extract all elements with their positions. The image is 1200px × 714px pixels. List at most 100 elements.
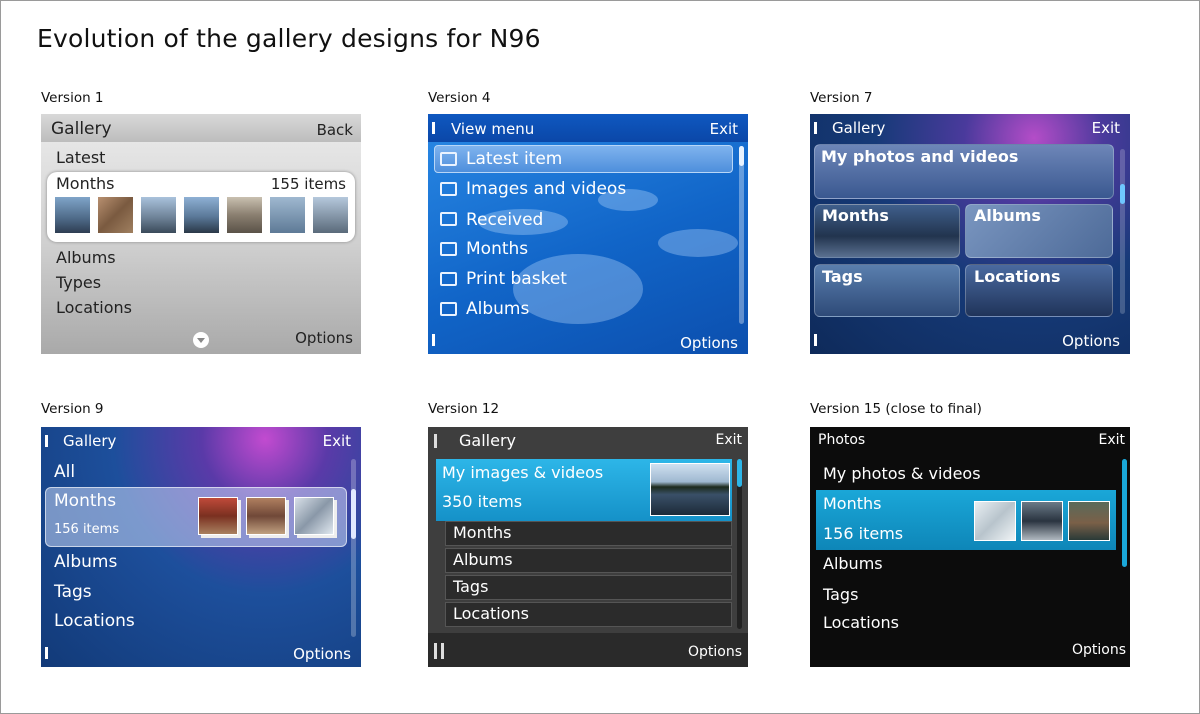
item-count: 156 items bbox=[823, 524, 904, 543]
menu-item-types[interactable]: Types bbox=[56, 273, 101, 292]
version-1-screen: Gallery Back Latest Months 155 items Alb… bbox=[41, 114, 361, 354]
received-icon bbox=[440, 212, 457, 226]
version-7-screen: Gallery Exit My photos and videos Months… bbox=[810, 114, 1130, 354]
menu-item-months[interactable]: Months bbox=[466, 239, 528, 259]
options-softkey[interactable]: Options bbox=[1062, 332, 1120, 350]
options-softkey[interactable]: Options bbox=[293, 645, 351, 663]
exit-softkey[interactable]: Exit bbox=[323, 432, 351, 450]
menu-item-albums: Albums bbox=[453, 550, 513, 569]
signal-icon bbox=[45, 435, 55, 447]
photo-thumbnail bbox=[226, 196, 263, 234]
scrollbar[interactable] bbox=[739, 146, 744, 324]
battery-icon bbox=[432, 334, 444, 346]
header-title: Gallery bbox=[63, 432, 117, 450]
photo-thumbnail bbox=[198, 497, 238, 535]
version-9-screen: Gallery Exit All Months 156 items Albums… bbox=[41, 427, 361, 667]
menu-item-albums[interactable]: Albums bbox=[823, 554, 883, 573]
tile-label-my-photos-and-videos: My photos and videos bbox=[821, 147, 1019, 166]
scrollbar-thumb[interactable] bbox=[739, 146, 744, 166]
scroll-down-icon[interactable] bbox=[193, 332, 209, 348]
version-12-label: Version 12 bbox=[428, 401, 500, 417]
version-7-label: Version 7 bbox=[810, 90, 873, 106]
menu-item-received[interactable]: Received bbox=[466, 210, 543, 230]
item-count: 156 items bbox=[54, 522, 120, 537]
battery-icon bbox=[434, 643, 444, 659]
printer-icon bbox=[440, 272, 457, 286]
exit-softkey[interactable]: Exit bbox=[715, 432, 742, 448]
version-15-label: Version 15 (close to final) bbox=[810, 401, 982, 417]
photo-thumbnail bbox=[650, 463, 730, 516]
photo-thumbnail bbox=[246, 497, 286, 535]
back-softkey[interactable]: Back bbox=[317, 121, 353, 139]
photo-thumbnail bbox=[140, 196, 177, 234]
version-12-screen: Gallery Exit My images & videos 350 item… bbox=[428, 427, 748, 667]
menu-item-locations[interactable]: Locations bbox=[56, 298, 132, 317]
menu-item-images-and-videos[interactable]: Images and videos bbox=[466, 179, 626, 199]
tile-label-albums: Albums bbox=[974, 206, 1041, 225]
background-bubble bbox=[658, 229, 738, 257]
album-icon bbox=[440, 302, 457, 316]
battery-icon bbox=[814, 334, 826, 346]
highlight-title: My images & videos bbox=[442, 463, 604, 482]
menu-item-print-basket[interactable]: Print basket bbox=[466, 269, 567, 289]
tile-label-locations: Locations bbox=[974, 267, 1061, 286]
header-title: Gallery bbox=[459, 431, 516, 450]
menu-item-all[interactable]: All bbox=[54, 462, 75, 482]
options-softkey[interactable]: Options bbox=[680, 334, 738, 352]
menu-item-months: Months bbox=[453, 523, 512, 542]
menu-item-albums[interactable]: Albums bbox=[54, 552, 117, 572]
exit-softkey[interactable]: Exit bbox=[710, 120, 738, 138]
signal-icon bbox=[814, 122, 824, 134]
header-title: Gallery bbox=[832, 119, 886, 137]
item-count: 155 items bbox=[270, 175, 346, 193]
photo-thumbnail bbox=[974, 501, 1016, 541]
menu-item-locations[interactable]: Locations bbox=[823, 613, 899, 632]
options-softkey[interactable]: Options bbox=[295, 329, 353, 347]
scrollbar-thumb[interactable] bbox=[1120, 184, 1125, 204]
signal-icon bbox=[434, 434, 442, 448]
options-softkey[interactable]: Options bbox=[1072, 642, 1126, 658]
menu-item-tags[interactable]: Tags bbox=[54, 582, 92, 602]
menu-item-latest[interactable]: Latest bbox=[56, 148, 105, 167]
battery-icon bbox=[45, 647, 57, 659]
version-1-label: Version 1 bbox=[41, 90, 104, 106]
photo-thumbnail bbox=[312, 196, 349, 234]
calendar-icon bbox=[440, 242, 457, 256]
scrollbar[interactable] bbox=[351, 459, 356, 637]
scrollbar-thumb[interactable] bbox=[351, 489, 356, 539]
menu-item-locations[interactable]: Locations bbox=[54, 611, 135, 631]
menu-item-latest-item: Latest item bbox=[466, 149, 563, 169]
version-9-label: Version 9 bbox=[41, 401, 104, 417]
version-4-label: Version 4 bbox=[428, 90, 491, 106]
item-count: 350 items bbox=[442, 492, 523, 511]
menu-item-months: Months bbox=[56, 174, 115, 193]
menu-item-albums[interactable]: Albums bbox=[466, 299, 529, 319]
menu-item-months: Months bbox=[823, 494, 882, 513]
scrollbar[interactable] bbox=[1120, 149, 1125, 314]
header-title: View menu bbox=[451, 120, 535, 138]
photo-thumbnail bbox=[1021, 501, 1063, 541]
scrollbar[interactable] bbox=[1122, 459, 1127, 567]
header-title: Gallery bbox=[51, 119, 112, 139]
menu-item-locations: Locations bbox=[453, 604, 530, 623]
photo-thumbnail bbox=[183, 196, 220, 234]
signal-icon bbox=[432, 122, 442, 134]
latest-item-icon bbox=[440, 152, 457, 166]
photo-thumbnail bbox=[97, 196, 134, 234]
menu-item-albums[interactable]: Albums bbox=[56, 248, 116, 267]
menu-item-tags[interactable]: Tags bbox=[823, 585, 858, 604]
version-15-screen: Photos Exit My photos & videos Months 15… bbox=[810, 427, 1130, 667]
version-4-screen: View menu Exit Latest item Images and vi… bbox=[428, 114, 748, 354]
exit-softkey[interactable]: Exit bbox=[1098, 432, 1125, 448]
images-videos-icon bbox=[440, 182, 457, 196]
menu-item-my-photos-and-videos[interactable]: My photos & videos bbox=[823, 464, 981, 483]
menu-item-months: Months bbox=[54, 491, 117, 511]
photo-thumbnail bbox=[54, 196, 91, 234]
exit-softkey[interactable]: Exit bbox=[1092, 119, 1120, 137]
photo-thumbnail bbox=[1068, 501, 1110, 541]
options-softkey[interactable]: Options bbox=[688, 644, 742, 660]
scrollbar-thumb[interactable] bbox=[737, 459, 742, 487]
header-title: Photos bbox=[818, 432, 866, 448]
photo-thumbnail bbox=[294, 497, 334, 535]
background-bubble bbox=[513, 254, 643, 324]
